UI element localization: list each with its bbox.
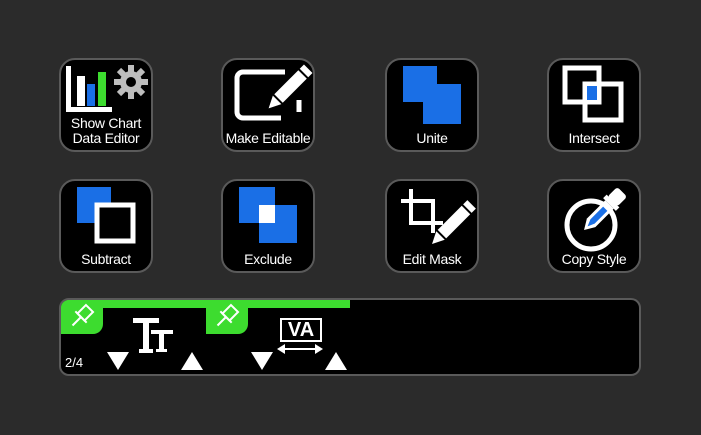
pin-icon bbox=[71, 303, 95, 327]
double-arrow-icon bbox=[277, 344, 323, 354]
pin-icon bbox=[216, 303, 240, 327]
copy-style-button[interactable]: Copy Style bbox=[547, 179, 641, 273]
page-indicator: 2/4 bbox=[65, 355, 84, 370]
stream-deck-panel: Show Chart Data Editor Make Editable Uni… bbox=[0, 0, 701, 435]
pin-badge[interactable] bbox=[61, 300, 103, 334]
show-chart-data-editor-button[interactable]: Show Chart Data Editor bbox=[59, 58, 153, 152]
intersect-button[interactable]: Intersect bbox=[547, 58, 641, 152]
key-label: Subtract bbox=[81, 251, 131, 267]
exclude-button[interactable]: Exclude bbox=[221, 179, 315, 273]
subtract-button[interactable]: Subtract bbox=[59, 179, 153, 273]
key-label: Copy Style bbox=[561, 251, 627, 267]
make-editable-button[interactable]: Make Editable bbox=[221, 58, 315, 152]
increase-arrow-icon[interactable] bbox=[181, 350, 203, 372]
tracking-icon: VA bbox=[277, 318, 323, 356]
key-label: Show Chart Data Editor bbox=[70, 115, 142, 146]
decrease-arrow-icon[interactable] bbox=[107, 350, 129, 372]
unite-button[interactable]: Unite bbox=[385, 58, 479, 152]
decrease-arrow-icon[interactable] bbox=[251, 350, 273, 372]
key-label: Exclude bbox=[244, 251, 292, 267]
key-label: Edit Mask bbox=[402, 251, 462, 267]
key-label: Unite bbox=[416, 130, 448, 146]
key-label: Make Editable bbox=[225, 130, 311, 146]
touch-strip[interactable]: VA 2/4 bbox=[59, 298, 641, 376]
pin-badge[interactable] bbox=[206, 300, 248, 334]
text-size-icon bbox=[133, 318, 173, 353]
key-label: Intersect bbox=[568, 130, 620, 146]
edit-mask-button[interactable]: Edit Mask bbox=[385, 179, 479, 273]
increase-arrow-icon[interactable] bbox=[325, 350, 347, 372]
tracking-label: VA bbox=[280, 318, 322, 342]
